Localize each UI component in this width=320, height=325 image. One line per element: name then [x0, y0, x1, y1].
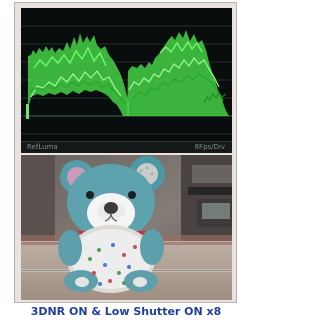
comparison-frame: RefLuma 8Fps/Div — [14, 2, 237, 303]
fps-per-div-label: 8Fps/Div — [194, 143, 225, 151]
caption: 3DNR ON & Low Shutter ON x8 — [30, 305, 222, 318]
waveform-status-bar: RefLuma 8Fps/Div — [21, 141, 232, 153]
ref-luma-label: RefLuma — [27, 143, 58, 151]
waveform-monitor: RefLuma 8Fps/Div — [21, 8, 232, 153]
teddy-bear-photo-graphic — [21, 155, 232, 300]
teddy-bear-photo — [21, 155, 232, 300]
screenshot-root: RefLuma 8Fps/Div 3DNR ON & Low Shutter O… — [0, 0, 252, 325]
waveform-graphic — [21, 8, 232, 153]
